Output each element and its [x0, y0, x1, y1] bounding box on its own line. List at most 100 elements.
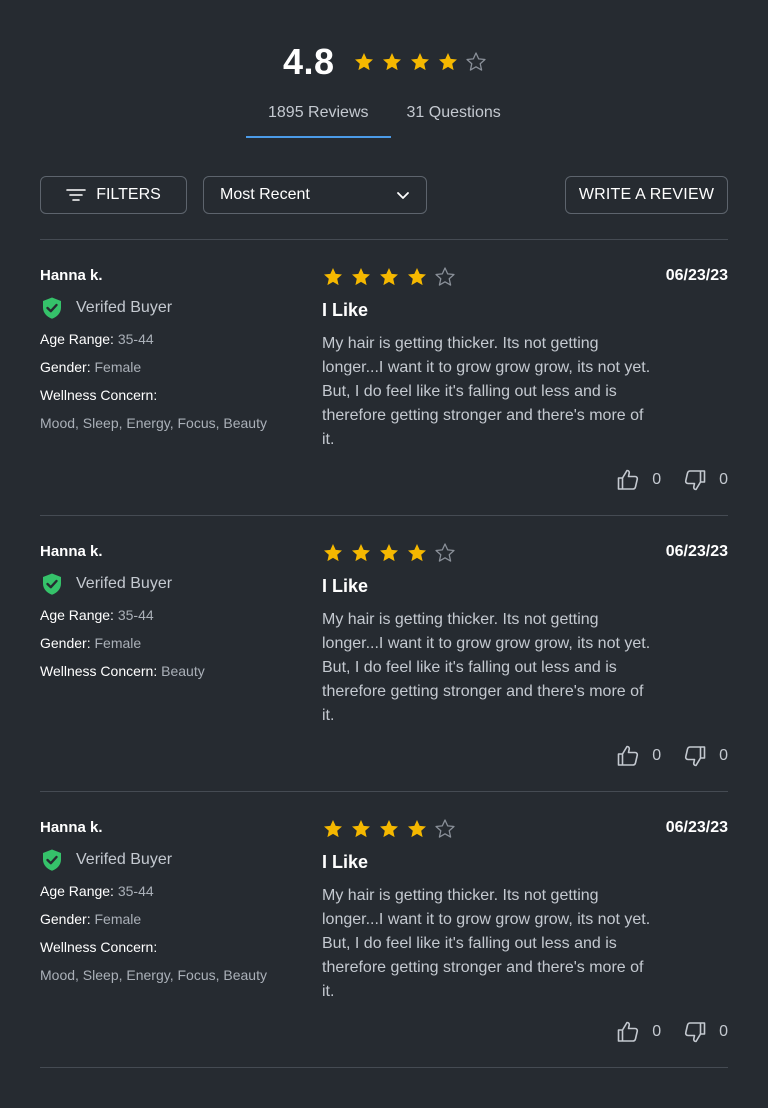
wellness-concern-value: Mood, Sleep, Energy, Focus, Beauty — [40, 415, 267, 431]
verified-label: Verifed Buyer — [76, 575, 173, 592]
filters-button[interactable]: FILTERS — [40, 176, 187, 214]
helpful-count: 0 — [652, 1023, 662, 1040]
thumbs-down-icon[interactable] — [683, 1020, 707, 1044]
review-toolbar: FILTERS Most Recent WRITE A REVIEW — [40, 176, 728, 216]
review-title: I Like — [322, 852, 369, 872]
star-filled-icon — [378, 266, 400, 288]
star-filled-icon — [381, 51, 403, 73]
review-title: I Like — [322, 576, 369, 596]
review-stars — [322, 266, 456, 288]
review-tabs: 1895 Reviews 31 Questions — [246, 96, 523, 138]
star-empty-icon — [434, 818, 456, 840]
star-filled-icon — [353, 51, 375, 73]
wellness-concern: Wellness Concern: Beauty — [40, 663, 205, 679]
star-filled-icon — [406, 818, 428, 840]
tab-questions[interactable]: 31 Questions — [391, 96, 523, 138]
gender-label: Gender: — [40, 359, 91, 375]
review-body: My hair is getting thicker. Its not gett… — [322, 887, 651, 1000]
star-empty-icon — [465, 51, 487, 73]
review-card: Hanna k. Verifed Buyer Age Range: 35-44 … — [40, 240, 728, 516]
helpful-count: 0 — [652, 747, 662, 764]
gender-value: Female — [94, 359, 142, 375]
star-filled-icon — [350, 266, 372, 288]
divider — [40, 1067, 728, 1068]
verified-badge: Verifed Buyer — [40, 296, 172, 320]
average-rating: 4.8 — [283, 41, 335, 82]
age-range: Age Range: 35-44 — [40, 883, 154, 899]
review-title: I Like — [322, 300, 369, 320]
review-body: My hair is getting thicker. Its not gett… — [322, 611, 651, 724]
star-filled-icon — [406, 266, 428, 288]
gender: Gender: Female — [40, 635, 141, 651]
verified-badge: Verifed Buyer — [40, 572, 172, 596]
review-date: 06/23/23 — [665, 267, 728, 284]
filter-icon — [66, 189, 86, 201]
review-body: My hair is getting thicker. Its not gett… — [322, 335, 651, 448]
review-stars — [322, 818, 456, 840]
unhelpful-count: 0 — [719, 747, 728, 764]
age-range: Age Range: 35-44 — [40, 607, 154, 623]
unhelpful-count: 0 — [719, 471, 728, 488]
review-votes: 0 0 — [616, 1020, 728, 1044]
age-value: 35-44 — [117, 607, 154, 623]
review-card: Hanna k. Verifed Buyer Age Range: 35-44 … — [40, 792, 728, 1068]
reviewer-name: Hanna k. — [40, 543, 103, 560]
gender: Gender: Female — [40, 911, 141, 927]
unhelpful-count: 0 — [719, 1023, 728, 1040]
wellness-concern-label: Wellness Concern: — [40, 387, 158, 403]
star-filled-icon — [378, 818, 400, 840]
gender-label: Gender: — [40, 911, 91, 927]
gender-label: Gender: — [40, 635, 91, 651]
wellness-concern-label: Wellness Concern: — [40, 663, 158, 679]
star-filled-icon — [409, 51, 431, 73]
helpful-count: 0 — [652, 471, 662, 488]
gender-value: Female — [94, 911, 142, 927]
wellness-concern-value: Beauty — [161, 663, 205, 679]
age-label: Age Range: — [40, 883, 114, 899]
chevron-down-icon — [397, 192, 409, 199]
gender-value: Female — [94, 635, 142, 651]
sort-value: Most Recent — [220, 186, 310, 203]
sort-select[interactable]: Most Recent — [203, 176, 427, 214]
review-stars — [322, 542, 456, 564]
verified-label: Verifed Buyer — [76, 299, 173, 316]
thumbs-down-icon[interactable] — [683, 744, 707, 768]
verified-shield-icon — [43, 297, 61, 319]
verified-badge: Verifed Buyer — [40, 848, 172, 872]
review-date: 06/23/23 — [665, 819, 728, 836]
star-filled-icon — [350, 542, 372, 564]
filters-label: FILTERS — [96, 186, 161, 203]
star-filled-icon — [322, 818, 344, 840]
thumbs-up-icon[interactable] — [616, 744, 640, 768]
review-card: Hanna k. Verifed Buyer Age Range: 35-44 … — [40, 516, 728, 792]
thumbs-up-icon[interactable] — [616, 1020, 640, 1044]
star-filled-icon — [322, 266, 344, 288]
reviewer-name: Hanna k. — [40, 819, 103, 836]
age-label: Age Range: — [40, 331, 114, 347]
star-filled-icon — [437, 51, 459, 73]
star-empty-icon — [434, 542, 456, 564]
tab-reviews[interactable]: 1895 Reviews — [246, 96, 391, 138]
write-review-button[interactable]: WRITE A REVIEW — [565, 176, 728, 214]
star-filled-icon — [406, 542, 428, 564]
wellness-concern-value: Mood, Sleep, Energy, Focus, Beauty — [40, 967, 267, 983]
thumbs-down-icon[interactable] — [683, 468, 707, 492]
star-filled-icon — [378, 542, 400, 564]
thumbs-up-icon[interactable] — [616, 468, 640, 492]
star-empty-icon — [434, 266, 456, 288]
wellness-concern-label: Wellness Concern: — [40, 939, 158, 955]
reviewer-name: Hanna k. — [40, 267, 103, 284]
age-label: Age Range: — [40, 607, 114, 623]
verified-shield-icon — [43, 573, 61, 595]
verified-label: Verifed Buyer — [76, 851, 173, 868]
review-date: 06/23/23 — [665, 543, 728, 560]
summary-stars — [353, 51, 487, 73]
star-filled-icon — [350, 818, 372, 840]
age-value: 35-44 — [117, 331, 154, 347]
rating-summary: 4.8 — [0, 40, 768, 90]
star-filled-icon — [322, 542, 344, 564]
review-votes: 0 0 — [616, 744, 728, 768]
age-value: 35-44 — [117, 883, 154, 899]
review-votes: 0 0 — [616, 468, 728, 492]
gender: Gender: Female — [40, 359, 141, 375]
